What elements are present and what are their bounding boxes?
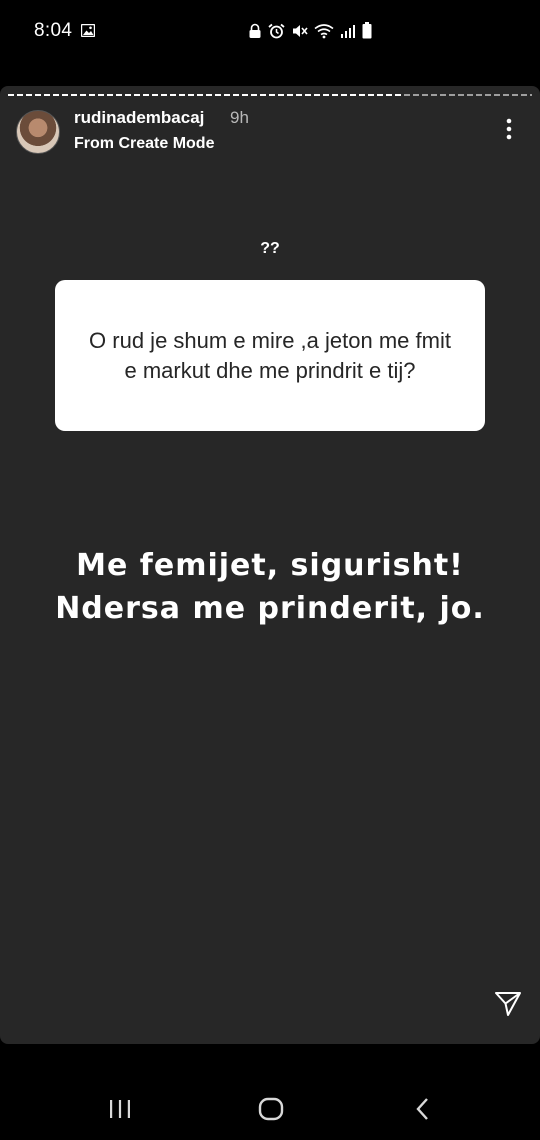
status-bar: 8:04	[0, 0, 540, 62]
alarm-icon	[268, 23, 285, 38]
answer-line-2: Ndersa me prinderit, jo.	[55, 591, 485, 626]
wifi-icon	[314, 23, 334, 38]
send-icon[interactable]	[494, 990, 522, 1018]
battery-icon	[362, 22, 372, 39]
back-icon[interactable]	[408, 1094, 438, 1124]
answer-text: Me femijet, sigurisht! Ndersa me prinder…	[20, 544, 520, 630]
gallery-icon	[81, 24, 95, 37]
time-ago: 9h	[230, 108, 249, 127]
recents-icon[interactable]	[105, 1094, 135, 1124]
answer-line-1: Me femijet, sigurisht!	[76, 548, 464, 583]
question-sticker: O rud je shum e mire ,a jeton me fmit e …	[55, 280, 485, 431]
question-label: ??	[260, 240, 280, 257]
more-options-icon[interactable]	[496, 116, 522, 142]
status-icons	[248, 22, 372, 39]
question-text: O rud je shum e mire ,a jeton me fmit e …	[89, 327, 451, 383]
story-progress	[8, 94, 532, 96]
lock-icon	[249, 23, 261, 38]
avatar[interactable]	[16, 110, 60, 154]
story-progress-fill	[8, 94, 401, 96]
story-card[interactable]: rudinadembacaj 9h From Create Mode ?? O …	[0, 86, 540, 1044]
signal-icon	[341, 24, 355, 38]
story-subtitle: From Create Mode	[74, 135, 215, 152]
status-time: 8:04	[34, 20, 73, 41]
home-icon[interactable]	[256, 1094, 286, 1124]
phone-screen: 8:04 rudinadembacaj 9h From Create Mode …	[0, 0, 540, 1140]
username[interactable]: rudinadembacaj	[74, 108, 204, 128]
mute-icon	[293, 24, 308, 37]
navigation-bar	[0, 1074, 540, 1140]
